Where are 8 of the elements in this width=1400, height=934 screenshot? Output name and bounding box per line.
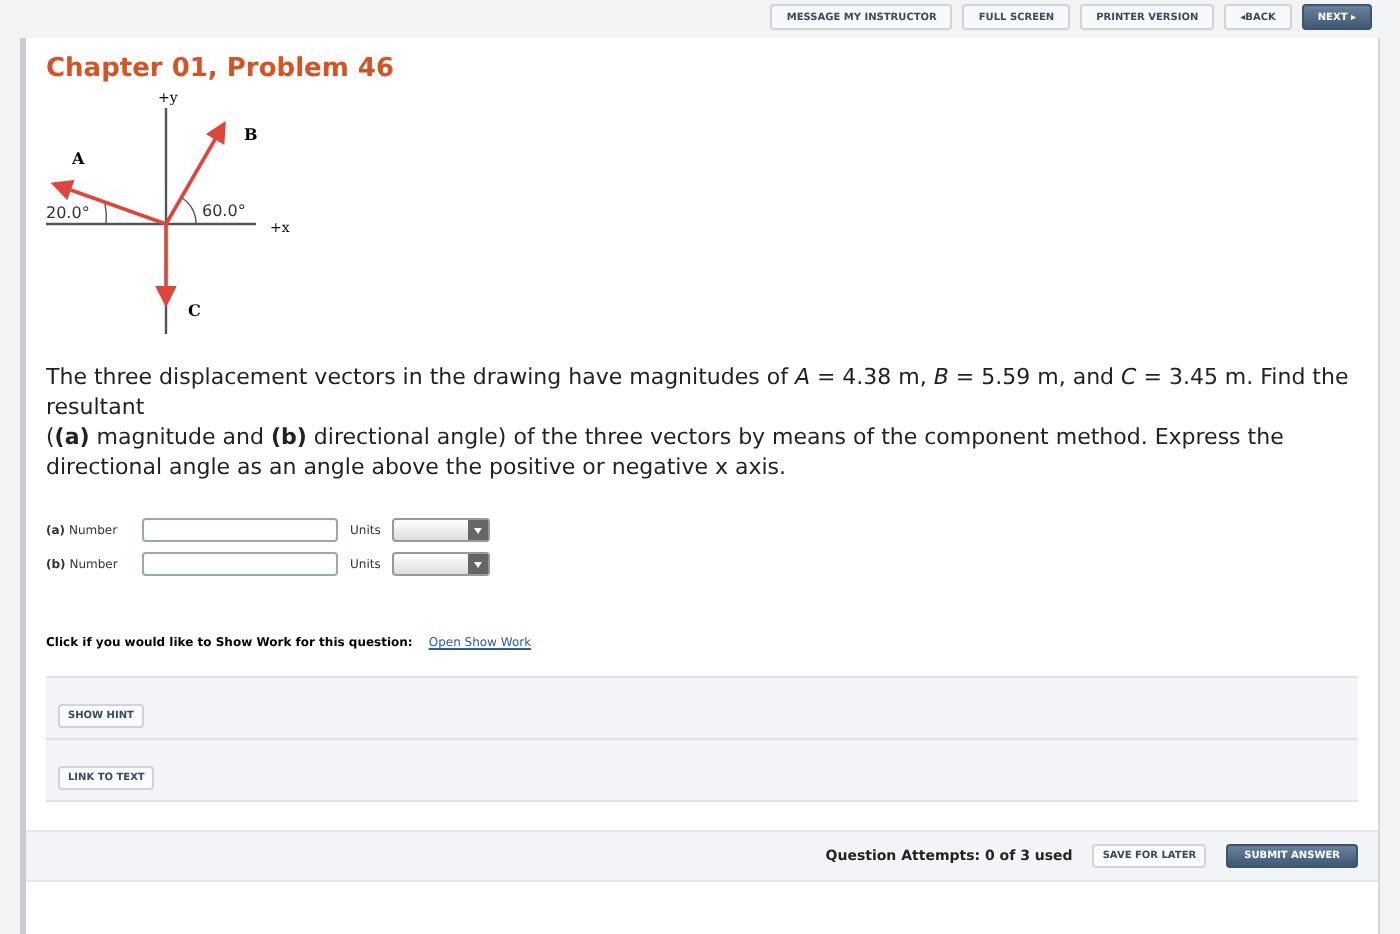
- caret-icon: [474, 561, 483, 567]
- problem-text: ((a) magnitude and (b) directional angle) of the three vectors by means of the component method. Express the directional angle as an angle above the positive or negative x axis.: [46, 422, 1286, 482]
- units-dropdown[interactable]: [392, 552, 491, 576]
- number-field[interactable]: [142, 518, 338, 542]
- caret-icon: [474, 527, 483, 533]
- units-dropdown[interactable]: [392, 518, 491, 542]
- problem-title: Chapter 01, Problem 46: [46, 54, 397, 84]
- number-field[interactable]: [142, 552, 338, 576]
